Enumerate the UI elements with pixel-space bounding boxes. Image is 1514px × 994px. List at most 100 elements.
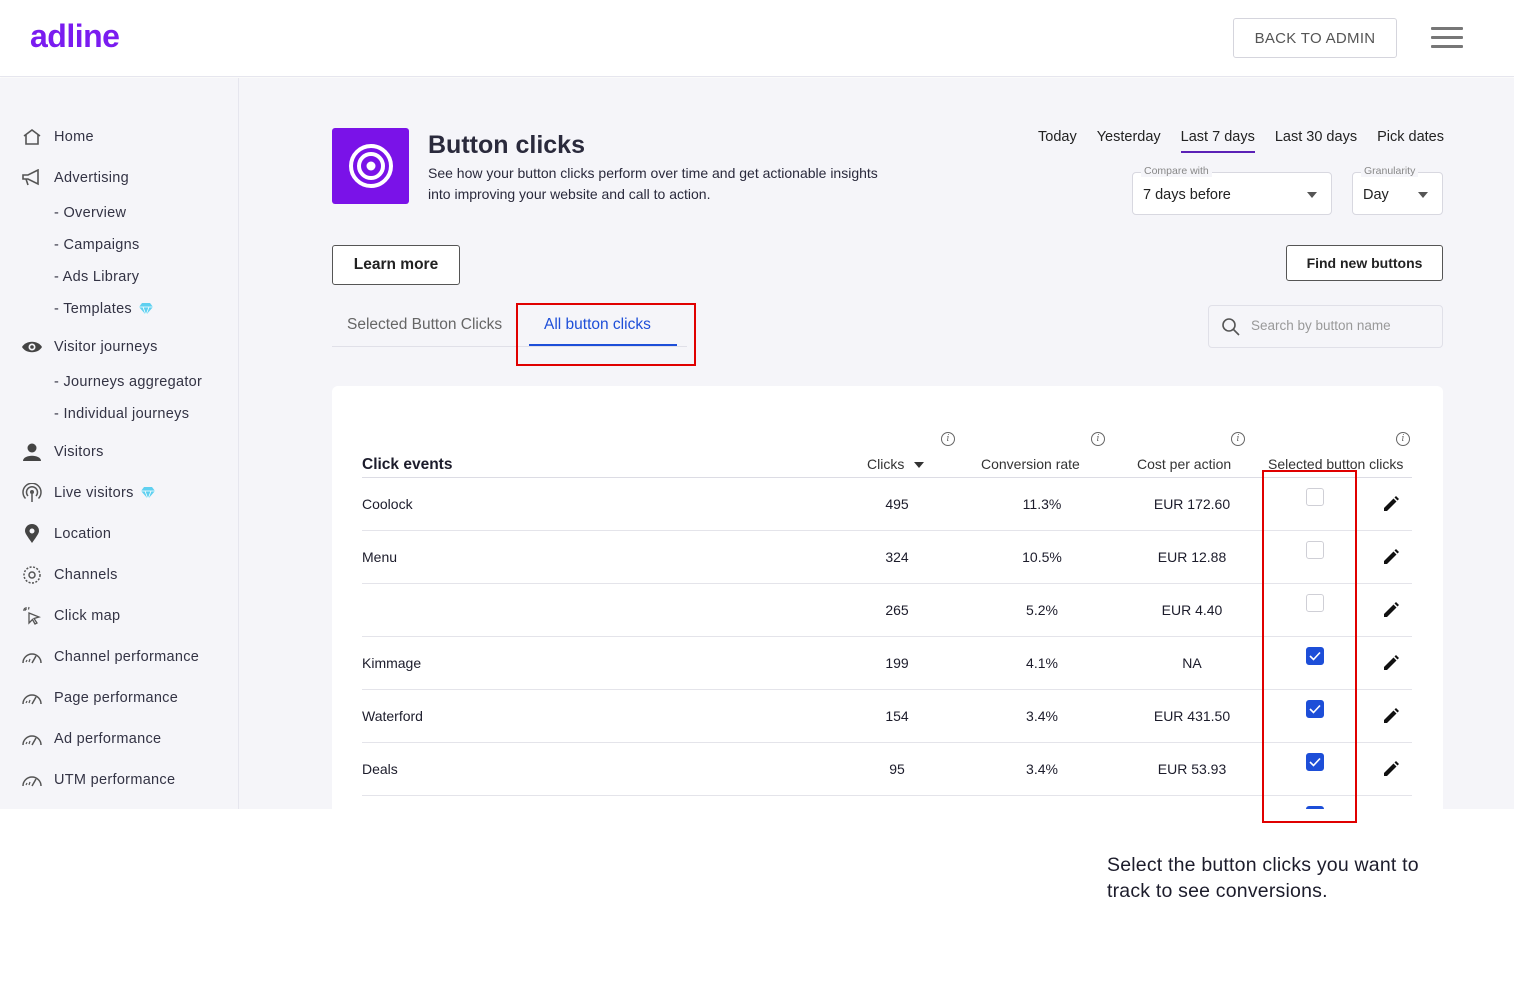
pencil-icon[interactable] xyxy=(1382,760,1400,783)
info-icon[interactable]: i xyxy=(1091,432,1105,446)
diamond-icon xyxy=(140,486,156,500)
sidebar: Home Advertising - Overview - Campaigns … xyxy=(0,78,239,809)
sidebar-item-label: Visitor journeys xyxy=(54,339,158,355)
sidebar-item-label: Advertising xyxy=(54,170,130,186)
info-icon[interactable]: i xyxy=(941,432,955,446)
gauge-icon xyxy=(20,687,44,709)
pin-icon xyxy=(20,523,44,545)
sidebar-item-journeys-aggregator[interactable]: - Journeys aggregator xyxy=(54,374,202,390)
channels-icon xyxy=(20,564,44,586)
page-title: Button clicks xyxy=(428,131,585,159)
page-description: See how your button clicks perform over … xyxy=(428,165,878,202)
sidebar-item-individual-journeys[interactable]: - Individual journeys xyxy=(54,406,189,422)
date-tab-last-30-days[interactable]: Last 30 days xyxy=(1275,129,1357,153)
tab-selected-button-clicks[interactable]: Selected Button Clicks xyxy=(347,316,502,334)
cell-conversion: 3.4% xyxy=(1026,761,1058,777)
find-new-buttons-button[interactable]: Find new buttons xyxy=(1286,245,1443,281)
cell-cost: EUR 53.93 xyxy=(1157,761,1227,777)
tutorial-caption: Select the button clicks you want to tra… xyxy=(1107,854,1419,902)
granularity-label: Granularity xyxy=(1361,165,1419,177)
search-input[interactable] xyxy=(1251,318,1431,333)
megaphone-icon xyxy=(20,167,44,189)
sidebar-item-location[interactable]: Location xyxy=(20,523,111,545)
sidebar-item-label: Page performance xyxy=(54,690,179,706)
sort-down-icon xyxy=(914,462,925,469)
table-row: Waterford 154 3.4% EUR 431.50 xyxy=(362,690,1412,743)
compare-with-value: 7 days before xyxy=(1143,187,1231,203)
chevron-down-icon xyxy=(1307,192,1317,198)
date-tab-pick-dates[interactable]: Pick dates xyxy=(1377,129,1444,153)
compare-with-select[interactable]: Compare with 7 days before xyxy=(1132,165,1332,215)
cell-clicks: 154 xyxy=(885,708,909,724)
diamond-icon xyxy=(138,302,154,316)
cell-name: Waterford xyxy=(362,708,423,724)
sidebar-item-page-performance[interactable]: Page performance xyxy=(20,687,178,709)
sidebar-item-label: Click map xyxy=(54,608,121,624)
info-icon[interactable]: i xyxy=(1231,432,1245,446)
info-icon[interactable]: i xyxy=(1396,432,1410,446)
home-icon xyxy=(20,126,44,148)
date-tab-yesterday[interactable]: Yesterday xyxy=(1097,129,1161,153)
column-header-clicks[interactable]: Clicks xyxy=(867,456,925,472)
person-icon xyxy=(20,441,44,463)
eye-icon xyxy=(20,336,44,358)
cell-clicks: 265 xyxy=(885,602,909,618)
granularity-select[interactable]: Granularity Day xyxy=(1352,165,1443,215)
sidebar-item-home[interactable]: Home xyxy=(20,126,94,148)
pencil-icon[interactable] xyxy=(1382,707,1400,730)
pencil-icon[interactable] xyxy=(1382,654,1400,677)
table-row xyxy=(362,796,1412,809)
back-to-admin-button[interactable]: BACK TO ADMIN xyxy=(1233,18,1397,58)
search-icon xyxy=(1221,317,1241,342)
cell-name: Coolock xyxy=(362,496,413,512)
pencil-icon[interactable] xyxy=(1382,548,1400,571)
sidebar-item-visitors[interactable]: Visitors xyxy=(20,441,104,463)
pencil-icon[interactable] xyxy=(1382,495,1400,518)
table-row: Kimmage 199 4.1% NA xyxy=(362,637,1412,690)
cell-conversion: 5.2% xyxy=(1026,602,1058,618)
sidebar-item-label: Visitors xyxy=(54,444,104,460)
date-tab-last-7-days[interactable]: Last 7 days xyxy=(1180,129,1255,153)
sidebar-item-advertising[interactable]: Advertising xyxy=(20,167,129,189)
granularity-value: Day xyxy=(1363,187,1389,203)
sidebar-item-ad-performance[interactable]: Ad performance xyxy=(20,728,161,750)
compare-with-label: Compare with xyxy=(1141,165,1212,177)
sidebar-item-label: Ad performance xyxy=(54,731,162,747)
hamburger-menu-icon[interactable] xyxy=(1431,27,1463,49)
sidebar-item-live-visitors[interactable]: Live visitors xyxy=(20,482,156,504)
sidebar-item-label: - Templates xyxy=(54,301,132,317)
adline-logo[interactable]: adline xyxy=(30,18,120,55)
column-header-cost-per-action: Cost per action xyxy=(1137,456,1232,472)
sidebar-item-label: UTM performance xyxy=(54,772,176,788)
sidebar-item-ads-library[interactable]: - Ads Library xyxy=(54,269,139,285)
target-icon xyxy=(332,128,409,204)
sidebar-item-label: Location xyxy=(54,526,112,542)
search-box xyxy=(1208,305,1443,348)
sidebar-item-utm-performance[interactable]: UTM performance xyxy=(20,769,175,791)
sidebar-item-label: Channel performance xyxy=(54,649,200,665)
table-row: Deals 95 3.4% EUR 53.93 xyxy=(362,743,1412,796)
sidebar-item-channels[interactable]: Channels xyxy=(20,564,118,586)
sidebar-item-templates[interactable]: - Templates xyxy=(54,301,154,317)
tab-highlight-box xyxy=(516,303,696,366)
date-tab-today[interactable]: Today xyxy=(1038,129,1077,153)
sidebar-item-overview[interactable]: - Overview xyxy=(54,205,126,221)
sidebar-item-click-map[interactable]: Click map xyxy=(20,605,120,627)
sidebar-item-channel-performance[interactable]: Channel performance xyxy=(20,646,199,668)
column-header-label: Clicks xyxy=(867,456,905,472)
gauge-icon xyxy=(20,646,44,668)
cell-clicks: 199 xyxy=(885,655,909,671)
cell-clicks: 95 xyxy=(889,761,905,777)
pencil-icon[interactable] xyxy=(1382,601,1400,624)
column-header-conversion-rate: Conversion rate xyxy=(981,456,1080,472)
cell-conversion: 3.4% xyxy=(1026,708,1058,724)
sidebar-item-visitor-journeys[interactable]: Visitor journeys xyxy=(20,336,158,358)
learn-more-button[interactable]: Learn more xyxy=(332,245,460,285)
cell-name: Kimmage xyxy=(362,655,422,671)
cell-name: Menu xyxy=(362,549,398,565)
selected-column-highlight-box xyxy=(1262,470,1357,823)
date-range-tabs: Today Yesterday Last 7 days Last 30 days… xyxy=(1038,129,1444,153)
sidebar-item-campaigns[interactable]: - Campaigns xyxy=(54,237,140,253)
table-row: Coolock 495 11.3% EUR 172.60 xyxy=(362,478,1412,531)
sidebar-item-label: Home xyxy=(54,129,94,145)
